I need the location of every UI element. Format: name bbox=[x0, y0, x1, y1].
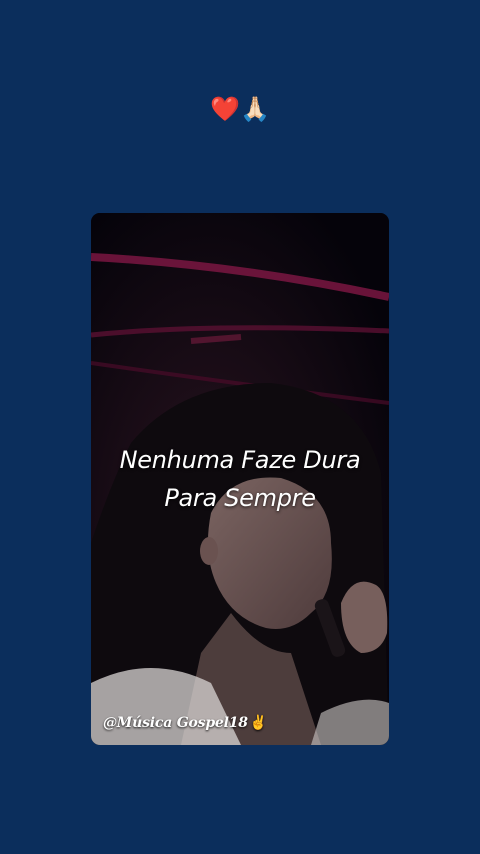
watermark-handle: @Música Gospel18 bbox=[103, 715, 248, 731]
caption-line-1: Nenhuma Faze Dura bbox=[119, 446, 361, 474]
reaction-emojis: ❤️🙏🏻 bbox=[0, 92, 480, 126]
lyrics-caption: Nenhuma Faze Dura Para Sempre bbox=[91, 441, 389, 517]
channel-watermark: @Música Gospel18 ✌️ bbox=[103, 715, 267, 731]
caption-line-2: Para Sempre bbox=[164, 484, 316, 512]
video-player[interactable]: Nenhuma Faze Dura Para Sempre @Música Go… bbox=[91, 213, 389, 745]
praying-hands-emoji: 🙏🏻 bbox=[240, 95, 270, 123]
victory-hand-icon: ✌️ bbox=[249, 715, 268, 731]
red-heart-emoji: ❤️ bbox=[210, 95, 240, 123]
